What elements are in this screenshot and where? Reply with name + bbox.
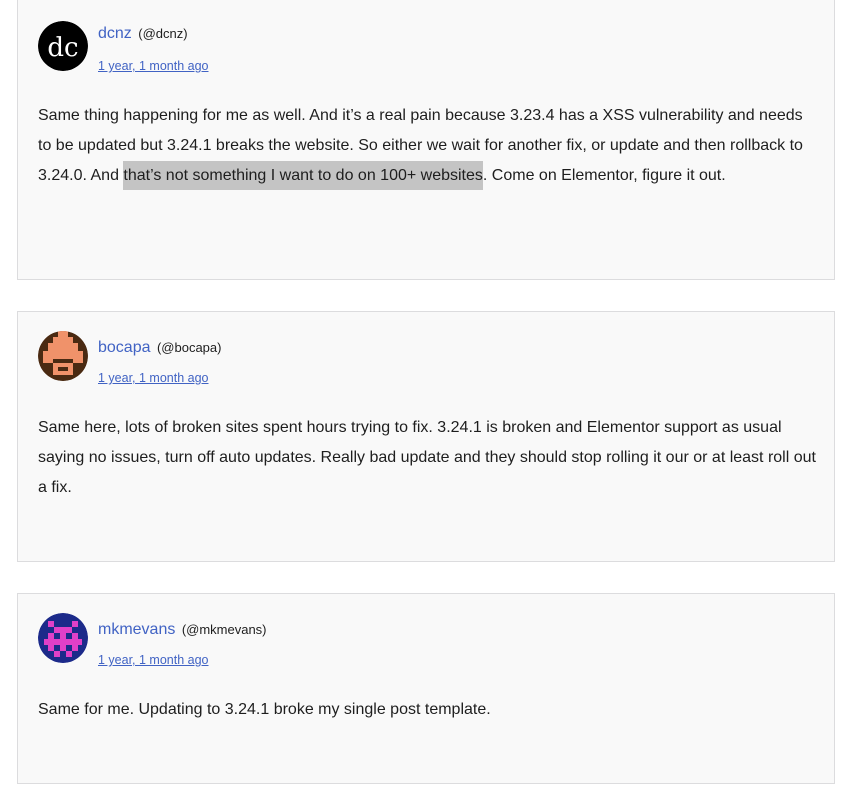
avatar[interactable] [38,331,88,381]
timestamp-link[interactable]: 1 year, 1 month ago [98,371,209,385]
author-handle: (@dcnz) [138,26,188,41]
author-name-link[interactable]: dcnz [98,25,132,42]
timestamp-link[interactable]: 1 year, 1 month ago [98,59,209,73]
pixel-avatar-icon [38,613,88,663]
reply-card: bocapa (@bocapa) 1 year, 1 month ago Sam… [17,311,835,562]
avatar[interactable]: dc [38,21,88,71]
reply-card: mkmevans (@mkmevans) 1 year, 1 month ago… [17,593,835,784]
reply-card: dc dcnz (@dcnz) 1 year, 1 month ago Same… [17,0,835,280]
author-handle: (@mkmevans) [181,622,267,637]
author-handle: (@bocapa) [156,340,222,355]
reply-body: Same thing happening for me as well. And… [38,101,818,191]
author-line: dcnz (@dcnz) [98,25,188,43]
pixel-avatar-icon [38,331,88,381]
timestamp-link[interactable]: 1 year, 1 month ago [98,653,209,667]
reply-body: Same for me. Updating to 3.24.1 broke my… [38,701,491,718]
author-line: mkmevans (@mkmevans) [98,621,267,639]
avatar[interactable] [38,613,88,663]
reply-body: Same here, lots of broken sites spent ho… [38,419,816,496]
author-name-link[interactable]: bocapa [98,339,151,356]
reply-text-end: . Come on Elementor, figure it out. [482,167,726,184]
selected-text: that’s not something I want to do on 100… [123,161,483,190]
author-name-link[interactable]: mkmevans [98,621,175,638]
avatar-initials: dc [47,33,78,63]
author-line: bocapa (@bocapa) [98,339,221,357]
